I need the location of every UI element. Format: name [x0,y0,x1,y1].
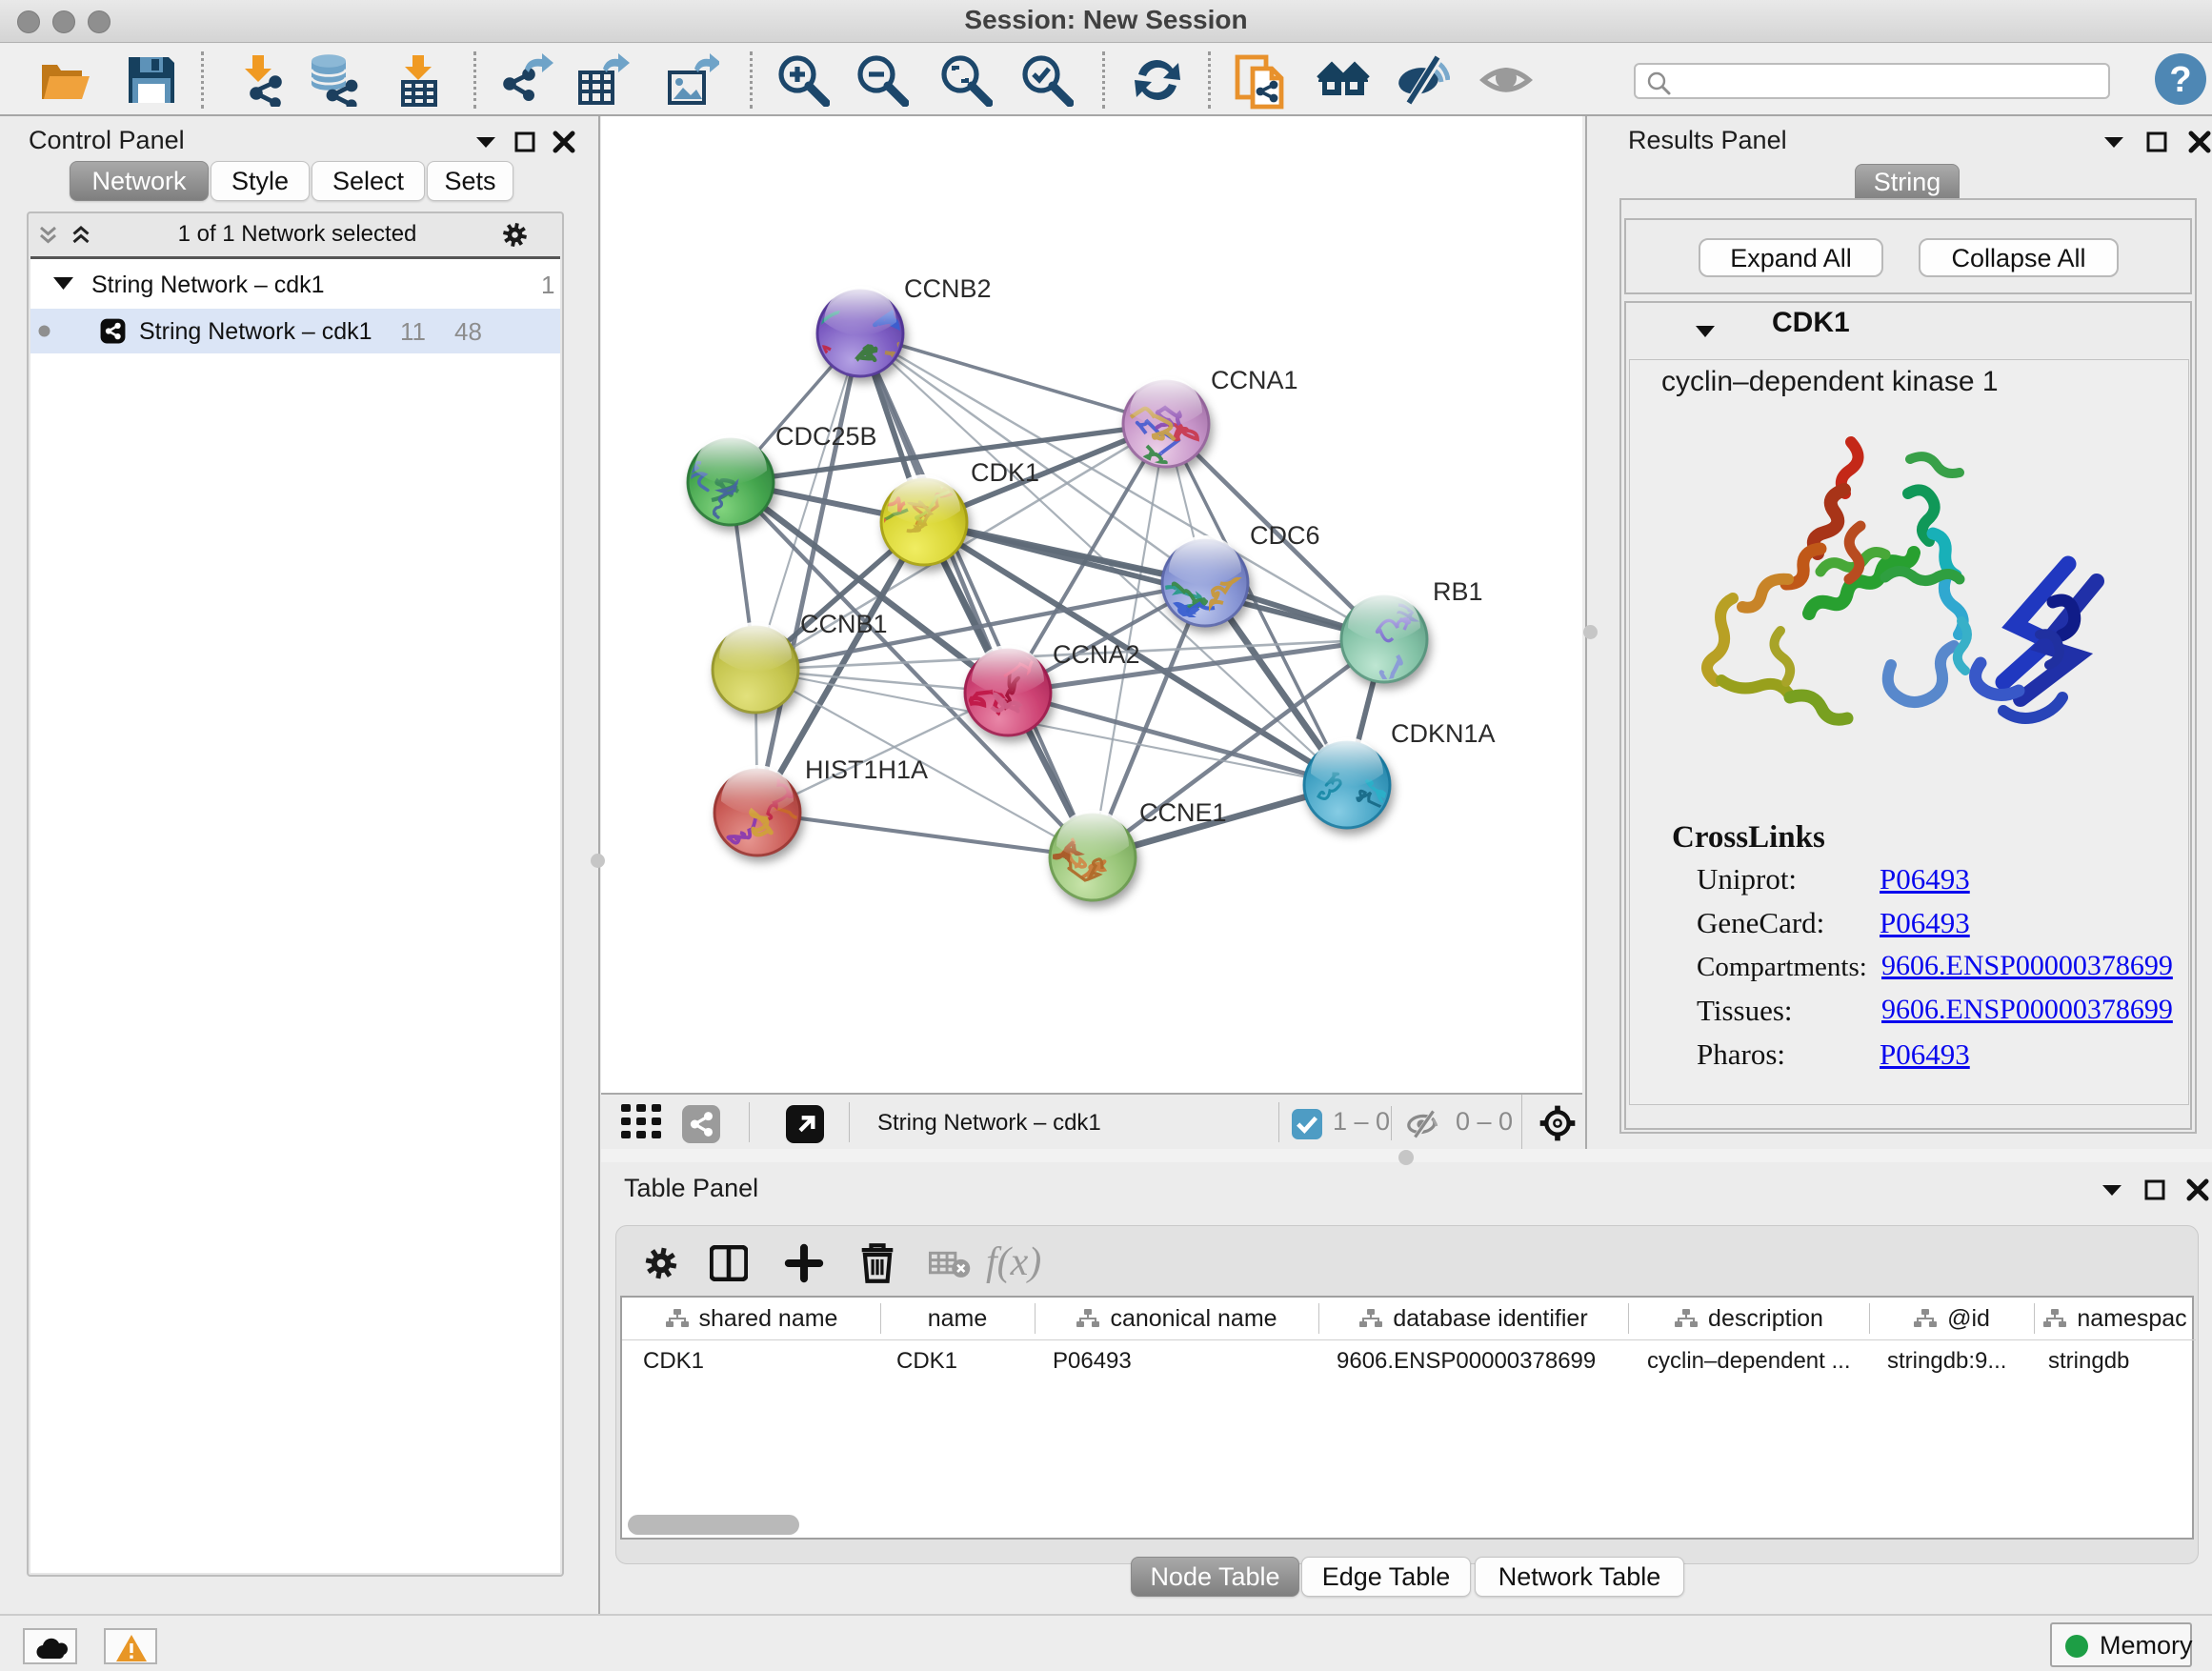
svg-text:CDC25B: CDC25B [775,422,877,451]
svg-text:?: ? [2169,60,2191,100]
svg-text:CCNE1: CCNE1 [1139,798,1227,827]
svg-text:HIST1H1A: HIST1H1A [805,755,928,784]
svg-text:CCNA1: CCNA1 [1211,366,1298,394]
svg-text:CCNB1: CCNB1 [800,610,888,638]
svg-text:CCNB2: CCNB2 [904,274,992,303]
svg-text:CDK1: CDK1 [971,458,1039,487]
svg-text:RB1: RB1 [1433,577,1483,606]
svg-text:CCNA2: CCNA2 [1053,640,1140,669]
svg-text:CDKN1A: CDKN1A [1391,719,1496,748]
svg-text:CDC6: CDC6 [1250,521,1320,550]
